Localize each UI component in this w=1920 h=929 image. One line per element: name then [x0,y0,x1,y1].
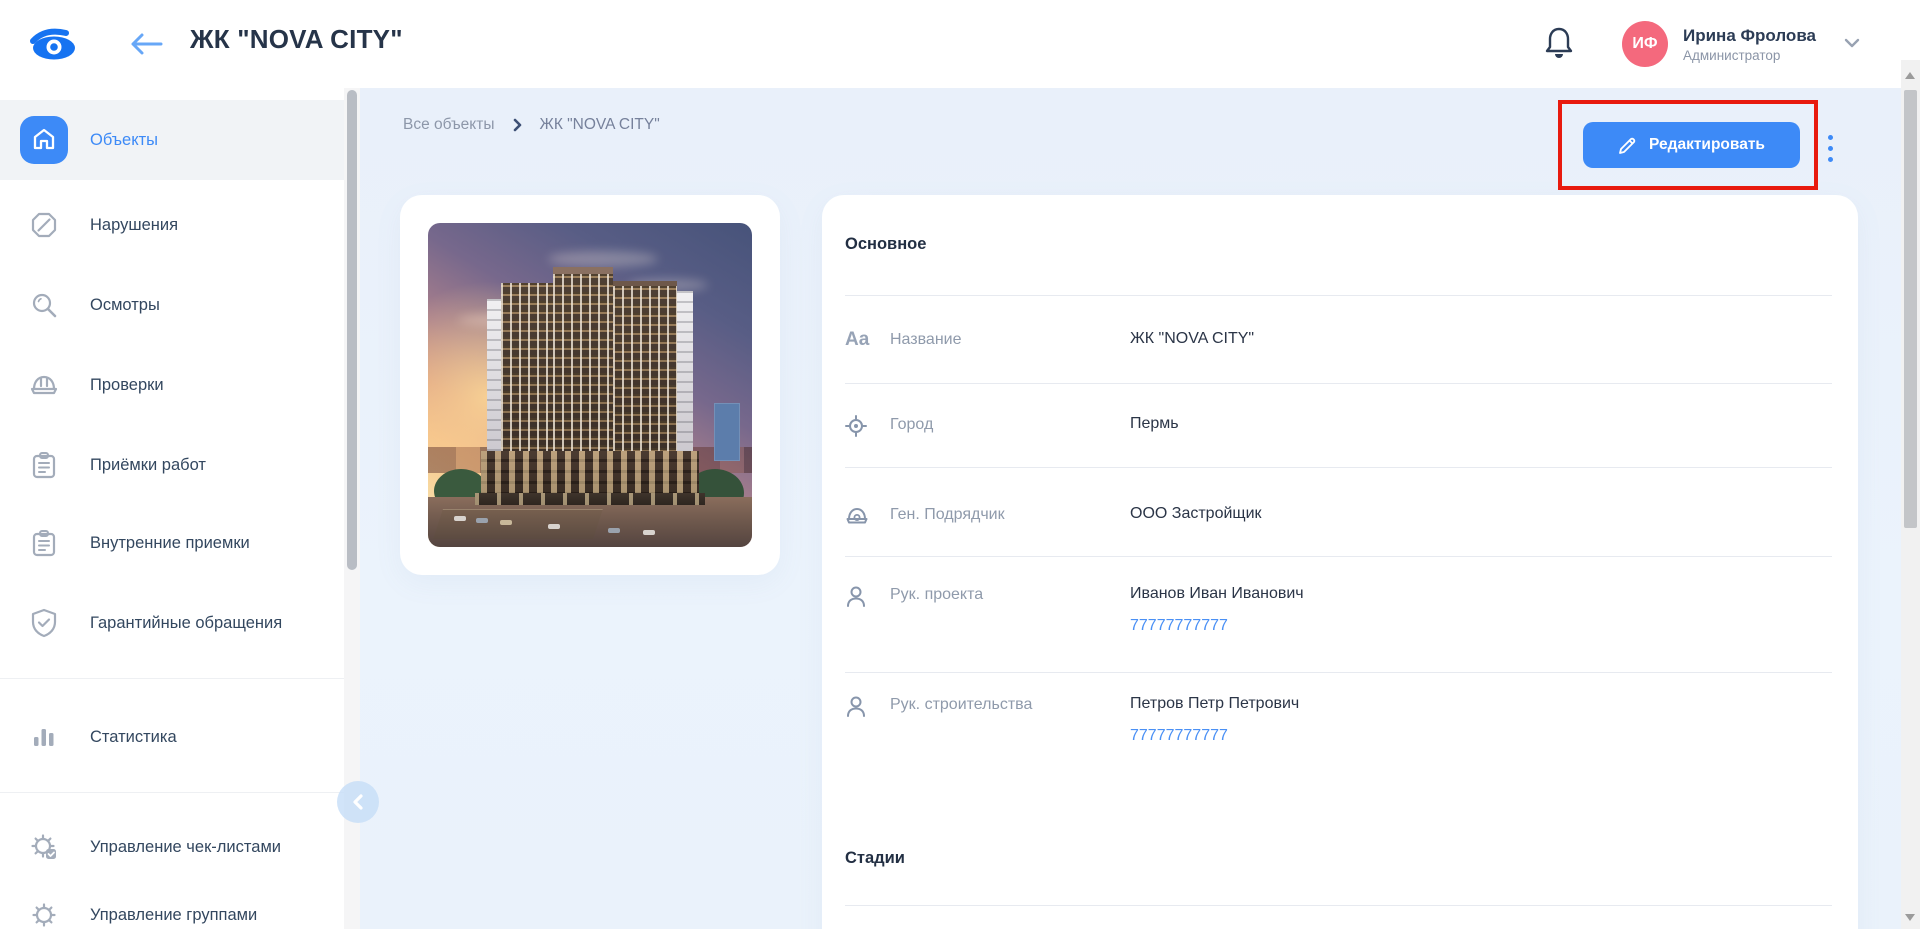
sidebar-item-label: Управление группами [90,906,257,925]
sidebar-item-label: Гарантийные обращения [90,614,282,633]
edit-button-label: Редактировать [1649,136,1765,154]
field-label: Ген. Подрядчик [890,504,1130,524]
field-row-city: Город Пермь [845,414,1835,442]
field-value: Пермь [1130,414,1179,434]
building-photo [428,223,752,547]
divider [845,905,1832,906]
content-area: Все объекты ЖК "NOVA CITY" Редактировать [360,88,1901,929]
field-label: Город [890,414,1130,434]
sidebar-item-checks[interactable]: Проверки [0,345,360,425]
phone-link[interactable]: 77777777777 [1130,616,1304,636]
house-icon [20,116,68,164]
bar-chart-icon [20,713,68,761]
user-role: Администратор [1683,47,1816,64]
sidebar-item-label: Приёмки работ [90,456,206,475]
divider [845,556,1832,557]
gear-icon [20,891,68,929]
field-value: Иванов Иван Иванович 77777777777 [1130,584,1304,636]
app-logo-eye-icon[interactable] [28,26,80,62]
scroll-down-arrow-icon[interactable] [1905,914,1915,921]
divider [845,295,1832,296]
app-header: ЖК "NOVA CITY" ИФ Ирина Фролова Админист… [0,0,1920,88]
user-name: Ирина Фролова [1683,25,1816,47]
location-icon [845,414,890,442]
section-title-stages: Стадии [845,849,905,868]
sidebar-collapse-toggle[interactable] [337,781,379,823]
clipboard-icon [20,441,68,489]
field-value: Петров Петр Петрович 77777777777 [1130,694,1299,746]
section-title-main: Основное [845,235,926,254]
sidebar-nav: Объекты Нарушения Осмотры Проверки Приём… [0,88,360,929]
manager-name: Петров Петр Петрович [1130,695,1299,712]
field-label: Рук. строительства [890,694,1130,714]
field-row-construction-manager: Рук. строительства Петров Петр Петрович … [845,694,1835,746]
sidebar-item-objects[interactable]: Объекты [0,100,360,180]
helmet-icon [845,504,890,532]
sidebar-item-label: Осмотры [90,296,160,315]
manager-name: Иванов Иван Иванович [1130,585,1304,602]
scroll-up-arrow-icon[interactable] [1905,72,1915,79]
chevron-right-icon [513,118,522,132]
field-row-name: Aa Название ЖК "NOVA CITY" [845,329,1835,350]
field-label: Рук. проекта [890,584,1130,604]
sidebar-item-violations[interactable]: Нарушения [0,185,360,265]
field-value: ООО Застройщик [1130,504,1262,524]
sidebar-item-warranty[interactable]: Гарантийные обращения [0,583,360,663]
pencil-icon [1618,136,1637,155]
object-details-card: Основное Aa Название ЖК "NOVA CITY" Горо… [822,195,1858,929]
text-icon: Aa [845,329,890,350]
page-scrollbar-thumb[interactable] [1904,90,1917,528]
sidebar-item-label: Проверки [90,376,164,395]
field-row-project-manager: Рук. проекта Иванов Иван Иванович 777777… [845,584,1835,636]
clipboard-icon [20,519,68,567]
sidebar-divider [0,792,360,793]
phone-link[interactable]: 77777777777 [1130,726,1299,746]
page-scrollbar[interactable] [1901,60,1920,929]
breadcrumb-all-objects-link[interactable]: Все объекты [403,116,495,134]
field-value: ЖК "NOVA CITY" [1130,329,1254,349]
sidebar-scrollbar-thumb[interactable] [347,90,357,570]
person-icon [845,694,890,724]
sidebar-item-label: Управление чек-листами [90,838,281,857]
sidebar-item-internal-acceptance[interactable]: Внутренние приемки [0,503,360,583]
sidebar-item-work-acceptance[interactable]: Приёмки работ [0,425,360,505]
sidebar-item-inspections[interactable]: Осмотры [0,265,360,345]
field-label: Название [890,329,1130,349]
gear-check-icon [20,823,68,871]
sidebar-item-label: Объекты [90,131,158,150]
object-photo-card [400,195,780,575]
avatar: ИФ [1622,21,1668,67]
notifications-bell-icon[interactable] [1543,26,1575,60]
divider [845,467,1832,468]
sidebar-item-group-management[interactable]: Управление группами [0,875,360,929]
divider [845,383,1832,384]
sidebar-item-label: Нарушения [90,216,178,235]
chevron-down-icon [1844,35,1860,53]
helmet-icon [20,361,68,409]
person-icon [845,584,890,614]
sidebar-divider [0,678,360,679]
user-menu[interactable]: ИФ Ирина Фролова Администратор [1622,18,1860,70]
shield-check-icon [20,599,68,647]
page-title: ЖК "NOVA CITY" [190,24,403,55]
sidebar-item-statistics[interactable]: Статистика [0,697,360,777]
breadcrumb-current: ЖК "NOVA CITY" [540,116,660,134]
divider [845,672,1832,673]
magnifier-icon [20,281,68,329]
kebab-menu-icon[interactable] [1822,128,1838,168]
back-arrow-icon[interactable] [128,30,164,58]
edit-button[interactable]: Редактировать [1583,122,1800,168]
sidebar-item-label: Статистика [90,728,177,747]
breadcrumb: Все объекты ЖК "NOVA CITY" [403,116,660,134]
sidebar-item-label: Внутренние приемки [90,534,250,553]
prohibition-icon [20,201,68,249]
field-row-contractor: Ген. Подрядчик ООО Застройщик [845,504,1835,532]
